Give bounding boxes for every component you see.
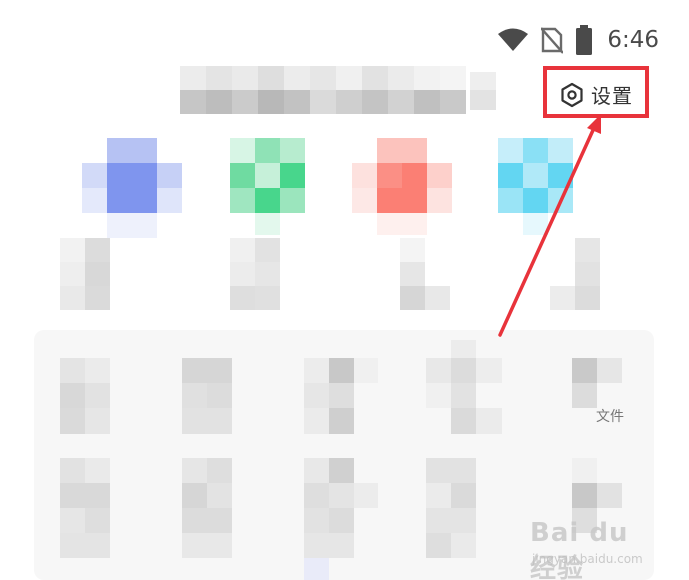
blurred-label-3 xyxy=(400,238,450,310)
blurred-label-1 xyxy=(60,238,110,310)
settings-label: 设置 xyxy=(591,84,633,108)
status-time: 6:46 xyxy=(607,27,659,53)
blurred-label-2 xyxy=(230,238,280,310)
grid-item[interactable] xyxy=(182,358,232,434)
app-icon-cyan[interactable] xyxy=(498,138,598,238)
no-sim-icon xyxy=(541,27,564,54)
status-bar: 6:46 xyxy=(497,18,659,62)
grid-item[interactable] xyxy=(182,458,232,558)
settings-button[interactable]: 设置 xyxy=(549,74,645,115)
blurred-title xyxy=(180,66,500,114)
gear-icon xyxy=(561,82,583,107)
app-icon-blue[interactable] xyxy=(82,138,182,238)
grid-item[interactable] xyxy=(426,340,502,434)
partial-label: 文件 xyxy=(596,409,624,425)
grid-item[interactable] xyxy=(304,458,378,580)
grid-item[interactable] xyxy=(60,458,110,558)
grid-item[interactable] xyxy=(572,358,622,408)
app-screen: 6:46 设置 文件 Bai du 经验 jingyan.baidu.com xyxy=(0,0,689,580)
grid-item[interactable] xyxy=(572,458,622,558)
grid-item[interactable] xyxy=(304,358,378,434)
wifi-icon xyxy=(498,28,529,51)
battery-icon xyxy=(576,25,593,55)
grid-item[interactable] xyxy=(426,458,502,558)
grid-item[interactable] xyxy=(60,358,110,434)
app-icon-red[interactable] xyxy=(352,138,452,238)
app-icon-green[interactable] xyxy=(230,138,330,238)
blurred-label-4 xyxy=(550,238,600,310)
